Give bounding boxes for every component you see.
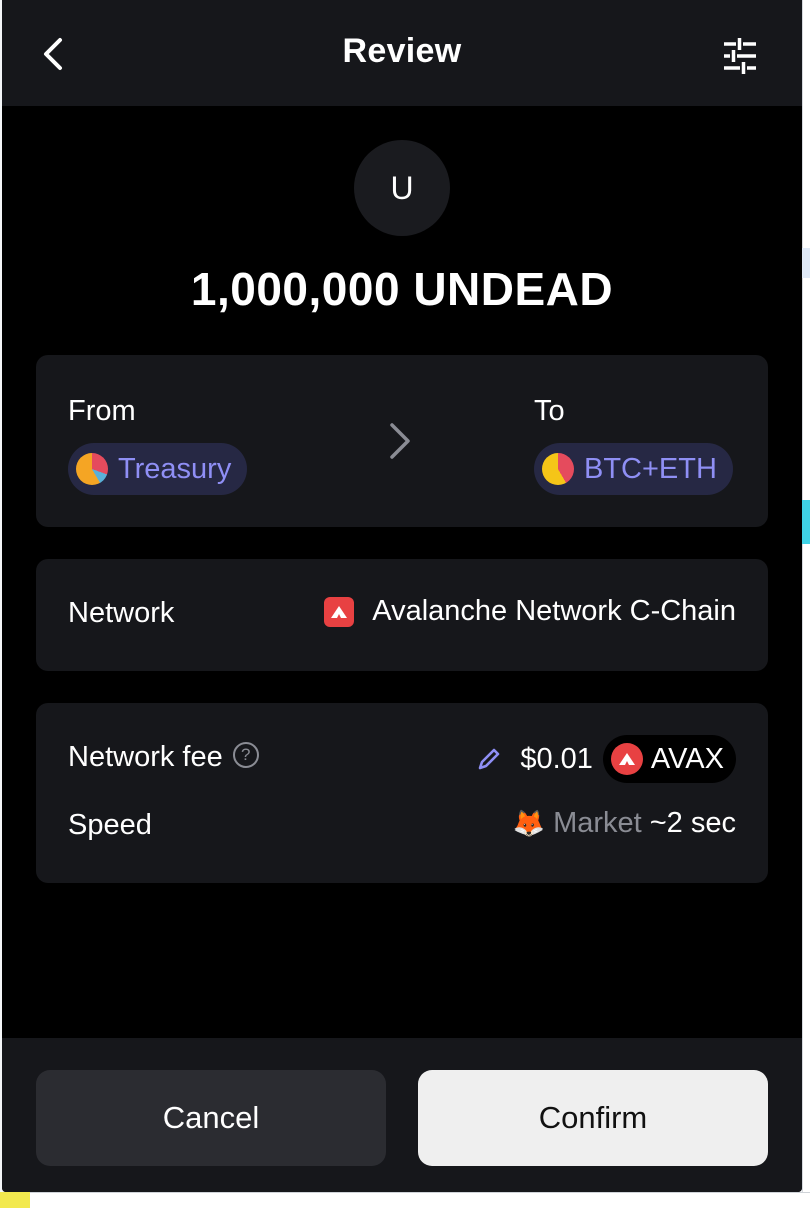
speed-mode: Market <box>553 807 642 839</box>
to-account-name: BTC+ETH <box>584 452 717 485</box>
pencil-icon[interactable] <box>474 744 504 774</box>
account-pie-icon <box>76 453 108 485</box>
confirm-button[interactable]: Confirm <box>418 1070 768 1166</box>
speed-time: ~2 sec <box>649 807 736 839</box>
fee-token-pill: AVAX <box>602 735 736 783</box>
account-pie-icon <box>542 453 574 485</box>
fee-card: Network fee? $0.01 AVAX Speed 🦊 Market ~… <box>36 703 768 883</box>
avax-icon <box>610 743 643 775</box>
help-icon[interactable]: ? <box>232 742 259 769</box>
chevron-right-icon <box>390 423 410 459</box>
network-name: Avalanche Network C-Chain <box>372 595 736 627</box>
modal-footer: Cancel Confirm <box>2 1038 802 1192</box>
from-label: From <box>68 395 136 427</box>
background-highlight-cyan <box>802 500 810 544</box>
modal-header: Review <box>2 0 802 106</box>
fee-value-row: $0.01 AVAX <box>474 735 736 783</box>
cancel-button[interactable]: Cancel <box>36 1070 386 1166</box>
fee-token: AVAX <box>650 742 724 775</box>
from-account-pill[interactable]: Treasury <box>68 443 248 495</box>
background-row <box>0 1192 810 1208</box>
network-value: Avalanche Network C-Chain <box>324 595 736 628</box>
review-modal: Review U 1,000,000 UNDEAD From Treasury … <box>2 0 802 1192</box>
speed-label: Speed <box>68 809 152 841</box>
token-avatar: U <box>354 140 450 236</box>
network-fee-label: Network fee <box>68 741 223 773</box>
background-cell-highlight <box>0 1192 30 1208</box>
background-column <box>802 0 810 1208</box>
speed-value[interactable]: 🦊 Market ~2 sec <box>513 807 736 840</box>
network-card: Network Avalanche Network C-Chain <box>36 559 768 671</box>
transfer-amount: 1,000,000 UNDEAD <box>190 263 614 315</box>
settings-button[interactable] <box>716 32 764 80</box>
avalanche-icon <box>324 596 355 627</box>
fox-icon: 🦊 <box>512 808 546 838</box>
to-account-pill[interactable]: BTC+ETH <box>534 443 733 495</box>
network-label: Network <box>68 597 175 629</box>
network-fee-row-label: Network fee? <box>68 741 259 774</box>
to-label: To <box>534 395 565 427</box>
sliders-icon <box>724 38 756 74</box>
fee-amount: $0.01 <box>520 742 593 775</box>
background-highlight <box>802 248 810 278</box>
page-title: Review <box>342 32 462 70</box>
from-account-name: Treasury <box>118 452 232 485</box>
transfer-card: From Treasury To BTC+ETH <box>36 355 768 527</box>
